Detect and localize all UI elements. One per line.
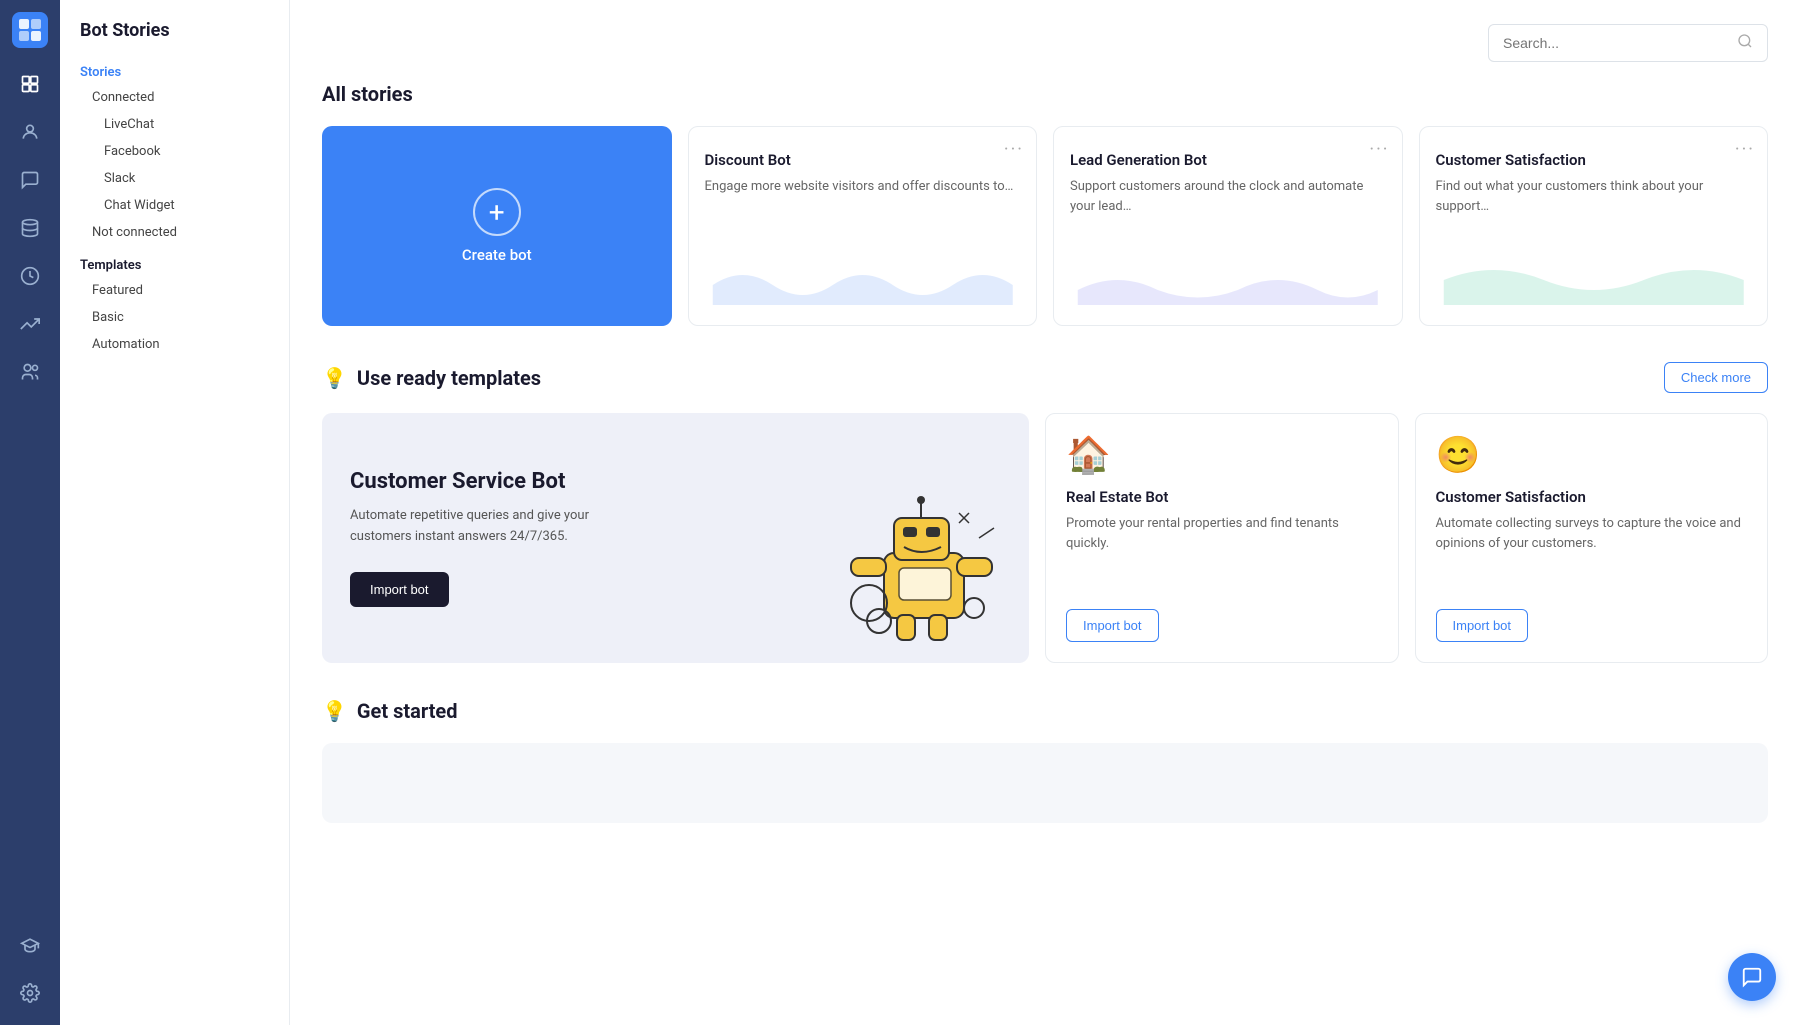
lead-bot-wave [1070,255,1386,309]
get-started-card [322,743,1768,823]
main-header [322,24,1768,62]
story-card-lead: ··· Lead Generation Bot Support customer… [1053,126,1403,326]
featured-import-button[interactable]: Import bot [350,572,449,607]
templates-section-title: 💡 Use ready templates [322,366,541,390]
templates-grid: Customer Service Bot Automate repetitive… [322,413,1768,663]
search-box [1488,24,1768,62]
sidebar-item-livechat[interactable]: LiveChat [60,111,289,138]
sidebar-section-templates: Templates [60,246,289,277]
sidebar-item-slack[interactable]: Slack [60,165,289,192]
floating-chat-button[interactable] [1728,953,1776,1001]
get-started-title: Get started [357,699,458,723]
nav-settings[interactable] [10,973,50,1013]
search-input[interactable] [1503,35,1729,51]
sidebar-item-facebook[interactable]: Facebook [60,138,289,165]
app-logo[interactable] [12,12,48,48]
real-estate-import-button[interactable]: Import bot [1066,609,1159,642]
sidebar: Bot Stories Stories Connected LiveChat F… [60,0,290,1025]
all-stories-title: All stories [322,82,1768,106]
featured-title: Customer Service Bot [350,469,630,494]
nav-contacts[interactable] [10,112,50,152]
create-bot-plus-icon: + [473,188,521,236]
sidebar-item-automation[interactable]: Automation [60,331,289,358]
icon-nav [0,0,60,1025]
customer-sat-icon: 😊 [1436,434,1748,476]
card-menu-satisfaction[interactable]: ··· [1735,139,1755,160]
card-menu-lead[interactable]: ··· [1369,139,1389,160]
templates-section-header: 💡 Use ready templates Check more [322,362,1768,393]
customer-sat-import-button[interactable]: Import bot [1436,609,1529,642]
create-bot-card[interactable]: + Create bot [322,126,672,326]
discount-bot-wave [705,255,1021,309]
card-menu-discount[interactable]: ··· [1004,139,1024,160]
discount-bot-title: Discount Bot [705,151,1021,169]
robot-illustration [829,473,1009,653]
sidebar-item-connected[interactable]: Connected [60,84,289,111]
lead-bot-desc: Support customers around the clock and a… [1070,177,1386,216]
satisfaction-desc: Find out what your customers think about… [1436,177,1752,216]
sidebar-item-not-connected[interactable]: Not connected [60,219,289,246]
customer-sat-title: Customer Satisfaction [1436,488,1748,506]
featured-template-card: Customer Service Bot Automate repetitive… [322,413,1029,663]
featured-desc: Automate repetitive queries and give you… [350,506,630,548]
satisfaction-title: Customer Satisfaction [1436,151,1752,169]
real-estate-desc: Promote your rental properties and find … [1066,514,1378,593]
nav-bots[interactable] [10,64,50,104]
real-estate-icon: 🏠 [1066,434,1378,476]
real-estate-title: Real Estate Bot [1066,488,1378,506]
lead-bot-title: Lead Generation Bot [1070,151,1386,169]
story-card-satisfaction: ··· Customer Satisfaction Find out what … [1419,126,1769,326]
stories-grid: + Create bot ··· Discount Bot Engage mor… [322,126,1768,326]
main-content: All stories + Create bot ··· Discount Bo… [290,0,1800,1025]
check-more-button[interactable]: Check more [1664,362,1768,393]
nav-chat[interactable] [10,160,50,200]
customer-sat-desc: Automate collecting surveys to capture t… [1436,514,1748,593]
bulb-icon: 💡 [322,366,347,390]
customer-sat-template-card: 😊 Customer Satisfaction Automate collect… [1415,413,1769,663]
nav-data[interactable] [10,208,50,248]
nav-team[interactable] [10,352,50,392]
get-started-bulb-icon: 💡 [322,699,347,723]
story-card-discount: ··· Discount Bot Engage more website vis… [688,126,1038,326]
discount-bot-desc: Engage more website visitors and offer d… [705,177,1021,197]
satisfaction-wave [1436,255,1752,309]
nav-analytics[interactable] [10,304,50,344]
search-icon [1737,33,1753,53]
get-started-header: 💡 Get started [322,699,1768,723]
nav-academy[interactable] [10,925,50,965]
real-estate-template-card: 🏠 Real Estate Bot Promote your rental pr… [1045,413,1399,663]
sidebar-item-featured[interactable]: Featured [60,277,289,304]
create-bot-label: Create bot [462,246,532,264]
sidebar-title: Bot Stories [60,20,289,57]
sidebar-item-chat-widget[interactable]: Chat Widget [60,192,289,219]
sidebar-item-basic[interactable]: Basic [60,304,289,331]
nav-history[interactable] [10,256,50,296]
sidebar-section-stories[interactable]: Stories [60,57,289,84]
